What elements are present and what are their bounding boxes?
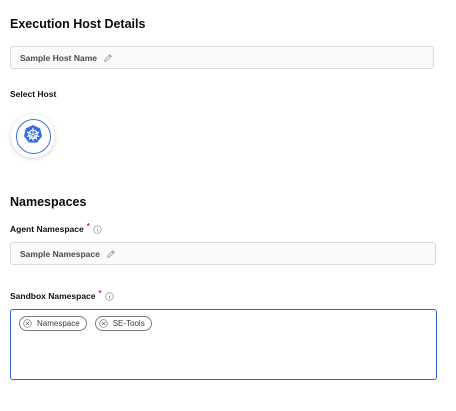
agent-namespace-label-text: Agent Namespace [10, 224, 84, 234]
info-icon[interactable] [93, 224, 102, 234]
host-name-value: Sample Host Name [20, 52, 97, 63]
execution-host-form: Execution Host Details Sample Host Name … [0, 0, 456, 411]
agent-namespace-field[interactable]: Sample Namespace [10, 242, 436, 265]
pencil-icon[interactable] [103, 53, 113, 63]
chip-label: SE-Tools [112, 319, 145, 328]
required-marker: * [86, 221, 90, 231]
sandbox-namespace-label-text: Sandbox Namespace [10, 291, 96, 301]
agent-namespace-value: Sample Namespace [20, 248, 100, 259]
agent-namespace-label: Agent Namespace * [10, 221, 102, 234]
chip-label: Namespace [37, 319, 80, 328]
info-icon[interactable] [104, 291, 114, 301]
pencil-icon[interactable] [106, 249, 116, 259]
sandbox-namespace-label: Sandbox Namespace * [10, 288, 114, 301]
remove-chip-icon[interactable] [23, 319, 32, 328]
host-name-field[interactable]: Sample Host Name [10, 46, 434, 69]
namespace-chip[interactable]: SE-Tools [94, 316, 152, 331]
host-option-ring [15, 118, 51, 154]
namespace-chip[interactable]: Namespace [19, 316, 87, 331]
sandbox-namespace-multiselect[interactable]: Namespace SE-Tools [10, 309, 437, 380]
remove-chip-icon[interactable] [99, 319, 108, 328]
kubernetes-icon [23, 124, 43, 149]
host-option-kubernetes[interactable] [11, 114, 55, 158]
execution-host-title: Execution Host Details [10, 17, 146, 31]
namespaces-title: Namespaces [10, 195, 87, 209]
required-marker: * [98, 288, 102, 298]
select-host-label: Select Host [10, 89, 57, 99]
